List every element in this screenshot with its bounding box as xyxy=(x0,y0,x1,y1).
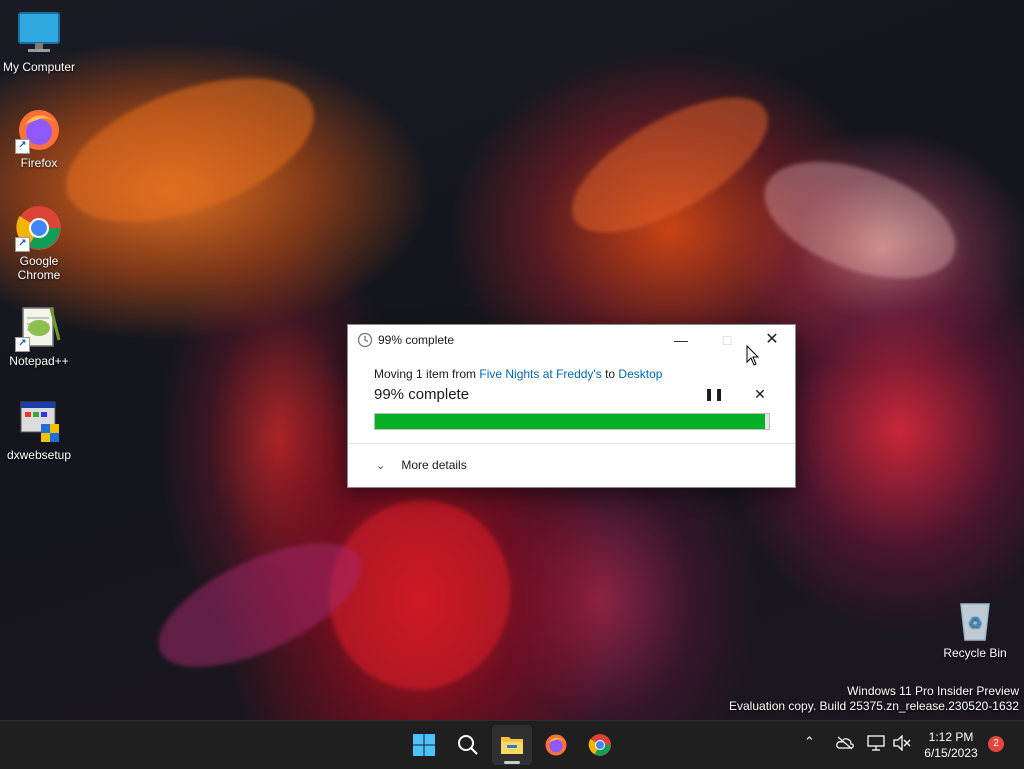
destination-folder-link[interactable]: Desktop xyxy=(618,367,662,381)
desktop-icon-my-computer[interactable]: My Computer xyxy=(0,10,78,74)
svg-text:♻: ♻ xyxy=(968,613,982,632)
status-prefix: Moving 1 item from xyxy=(374,367,477,381)
search-button[interactable] xyxy=(448,725,488,765)
close-icon: ✕ xyxy=(765,331,779,348)
onedrive-offline-icon[interactable] xyxy=(836,736,854,750)
desktop-icon-label: Recycle Bin xyxy=(943,646,1007,660)
desktop-icon-dxwebsetup[interactable]: dxwebsetup xyxy=(0,398,78,462)
desktop-icon-label: Google Chrome xyxy=(17,254,61,282)
shortcut-arrow-icon: ↗ xyxy=(15,139,30,154)
chrome-icon xyxy=(588,734,611,756)
start-button[interactable] xyxy=(404,725,444,765)
firefox-icon: ↗ xyxy=(15,106,63,154)
desktop-icon-google-chrome[interactable]: ↗ Google Chrome xyxy=(0,204,78,282)
clock-time: 1:12 PM xyxy=(928,730,974,744)
taskbar: ⌃ 1:12 PM 6/15/2023 2 xyxy=(0,720,1024,769)
installer-icon xyxy=(15,398,63,446)
desktop-icon-notepadpp[interactable]: ↗ Notepad++ xyxy=(0,304,78,368)
progress-bar xyxy=(374,413,770,430)
clock-date: 6/15/2023 xyxy=(924,746,978,760)
network-icon[interactable] xyxy=(867,735,885,751)
desktop-icon-recycle-bin[interactable]: ♻ Recycle Bin xyxy=(936,596,1014,660)
taskbar-file-explorer[interactable] xyxy=(492,725,532,765)
chevron-down-icon: ⌄ xyxy=(376,460,386,472)
notepadpp-icon: ↗ xyxy=(15,304,63,352)
shortcut-arrow-icon: ↗ xyxy=(15,237,30,252)
clock-button[interactable]: 1:12 PM 6/15/2023 xyxy=(916,729,986,761)
active-app-indicator xyxy=(504,761,520,764)
watermark-line: Windows 11 Pro Insider Preview xyxy=(847,684,1019,698)
maximize-button: □ xyxy=(704,325,750,355)
cancel-button[interactable]: ✕ xyxy=(746,386,774,406)
recycle-bin-icon: ♻ xyxy=(951,596,999,644)
pause-icon: ❚❚ xyxy=(703,387,725,401)
start-icon xyxy=(413,734,435,756)
desktop-icon-label: My Computer xyxy=(2,60,76,74)
progress-label: 99% complete xyxy=(374,386,470,403)
monitor-icon xyxy=(15,10,63,58)
dialog-divider xyxy=(348,443,795,444)
file-move-progress-dialog: 99% complete — □ ✕ Moving 1 item from Fi… xyxy=(347,324,796,488)
shortcut-arrow-icon: ↗ xyxy=(15,337,30,352)
wallpaper-ribbon xyxy=(47,49,333,251)
dialog-titlebar[interactable]: 99% complete — □ ✕ xyxy=(348,325,795,355)
move-status-line: Moving 1 item from Five Nights at Freddy… xyxy=(374,367,662,381)
maximize-icon: □ xyxy=(722,332,732,348)
minimize-icon: — xyxy=(674,332,688,348)
more-details-label: More details xyxy=(401,458,467,472)
pause-button[interactable]: ❚❚ xyxy=(700,387,728,407)
progress-bar-fill xyxy=(375,414,766,429)
more-details-toggle[interactable]: ⌄ More details xyxy=(376,458,467,472)
desktop-icon-label: Notepad++ xyxy=(9,354,69,368)
file-explorer-icon xyxy=(501,737,523,754)
wallpaper-ribbon xyxy=(552,71,788,259)
status-to-word: to xyxy=(605,367,616,381)
source-folder-link[interactable]: Five Nights at Freddy's xyxy=(479,367,601,381)
watermark-line: Evaluation copy. Build 25375.zn_release.… xyxy=(729,699,1019,713)
wallpaper-ribbon xyxy=(748,138,972,302)
clock-icon xyxy=(357,332,373,348)
mouse-cursor-icon xyxy=(746,345,760,366)
dialog-title: 99% complete xyxy=(378,333,455,347)
taskbar-firefox[interactable] xyxy=(536,725,576,765)
firefox-icon xyxy=(545,734,567,756)
volume-muted-icon[interactable] xyxy=(893,735,911,751)
search-icon xyxy=(458,735,478,755)
show-hidden-icons-button[interactable]: ⌃ xyxy=(804,734,815,750)
chevron-up-icon: ⌃ xyxy=(804,734,815,749)
desktop-icon-label: dxwebsetup xyxy=(6,448,72,462)
taskbar-chrome[interactable] xyxy=(580,725,620,765)
evaluation-watermark: Windows 11 Pro Insider Preview Evaluatio… xyxy=(729,684,1019,714)
minimize-button[interactable]: — xyxy=(658,325,704,355)
notification-badge[interactable]: 2 xyxy=(988,736,1004,752)
desktop-icon-label: Firefox xyxy=(20,156,58,170)
chrome-icon: ↗ xyxy=(15,204,63,252)
cancel-icon: ✕ xyxy=(754,386,766,402)
desktop-icon-firefox[interactable]: ↗ Firefox xyxy=(0,106,78,170)
